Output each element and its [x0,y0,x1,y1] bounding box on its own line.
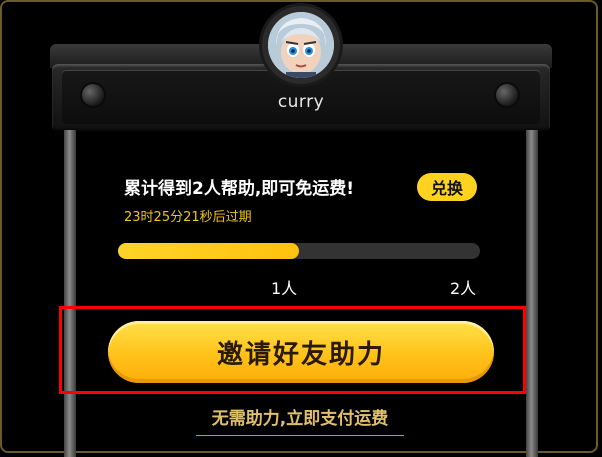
avatar [268,12,334,78]
promo-headline: 累计得到2人帮助,即可免运费! [124,179,355,199]
avatar-face-icon [268,12,334,78]
exchange-button[interactable]: 兑换 [417,173,477,201]
pay-shipping-link[interactable]: 无需助力,立即支付运费 [196,404,404,436]
help-progress-fill [118,243,299,259]
right-knob-icon [496,84,518,106]
invite-friends-button[interactable]: 邀请好友助力 [108,321,494,383]
milestone-1-label: 1人 [271,279,298,298]
countdown-timer: 23时25分21秒后过期 [124,210,252,225]
milestone-2-label: 2人 [450,279,477,298]
username: curry [277,92,325,112]
left-rail [64,130,76,457]
right-rail [526,130,538,457]
help-progress-bar [118,243,480,259]
left-knob-icon [82,84,104,106]
